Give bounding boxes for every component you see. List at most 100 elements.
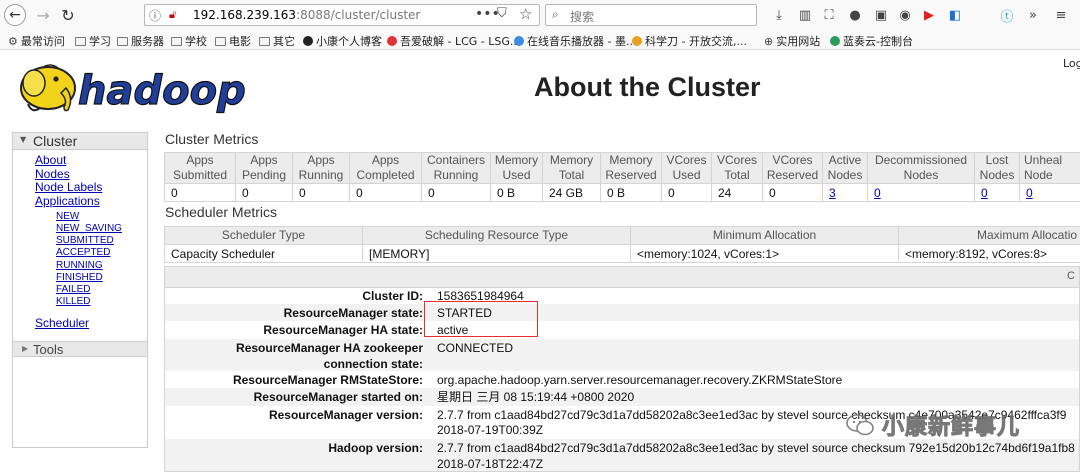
column-header[interactable]: Apps Pending	[235, 152, 293, 184]
bookmark-item[interactable]: ⊕ 实用网站	[764, 33, 820, 49]
cluster-metrics-table: Apps Submitted Apps Pending Apps Running Ap…	[164, 152, 1080, 202]
sidebar-app-state-submitted[interactable]: SUBMITTED	[56, 235, 114, 246]
bookmark-item[interactable]: ⚙ 最常访问	[8, 33, 65, 49]
youtube-icon[interactable]: ▶	[920, 6, 938, 24]
sidebar-app-state-failed[interactable]: FAILED	[56, 284, 90, 295]
info-label: ResourceManager version:	[268, 408, 423, 422]
bookmark-item[interactable]: 服务器	[117, 33, 164, 49]
info-label: ResourceManager RMStateStore:	[232, 373, 423, 387]
column-header[interactable]: Scheduling Resource Type	[362, 226, 631, 245]
bookmark-item[interactable]: 在线音乐播放器 - 墨...	[514, 33, 636, 49]
column-header[interactable]: VCores Total	[711, 152, 763, 184]
library-icon[interactable]: ▥	[796, 6, 814, 24]
sidebar-app-state-new-saving[interactable]: NEW_SAVING	[56, 223, 122, 234]
bookmark-item[interactable]: 其它	[259, 33, 295, 49]
reload-icon[interactable]: ↻	[57, 4, 79, 26]
site-icon	[387, 36, 397, 46]
screenshot-icon[interactable]: ⛶	[820, 6, 838, 24]
sidebar-link-scheduler[interactable]: Scheduler	[35, 316, 89, 330]
sidebar-link-about[interactable]: About	[35, 153, 66, 167]
column-header[interactable]: Apps Submitted	[164, 152, 236, 184]
header-line: Lost	[985, 153, 1009, 168]
sidebar-app-state-finished[interactable]: FINISHED	[56, 272, 103, 283]
metric-value: 0	[164, 183, 236, 202]
info-label: Cluster ID:	[362, 289, 423, 303]
column-header[interactable]: Containers Running	[421, 152, 491, 184]
account-icon[interactable]: ◉	[896, 6, 914, 24]
extension-icon[interactable]: ◧	[946, 6, 964, 24]
bookmark-item[interactable]: 学校	[171, 33, 207, 49]
column-header[interactable]: Apps Running	[292, 152, 350, 184]
column-header[interactable]: Memory Used	[490, 152, 543, 184]
metric-value: 0	[762, 183, 823, 202]
column-header[interactable]: Active Nodes	[822, 152, 868, 184]
translate-icon[interactable]: ⓣ	[998, 6, 1016, 25]
column-header[interactable]: VCores Used	[661, 152, 712, 184]
bookmark-label: 科学刀 - 开放交流,...	[645, 35, 747, 48]
bookmark-item[interactable]: 电影	[215, 33, 251, 49]
url-path: :8088/cluster/cluster	[296, 8, 421, 22]
sidebar-app-state-accepted[interactable]: ACCEPTED	[56, 247, 110, 258]
sidebar-link-nodes[interactable]: Nodes	[35, 167, 70, 181]
menu-icon[interactable]: ≡	[1052, 6, 1070, 24]
bookmark-label: 实用网站	[776, 35, 821, 48]
lost-nodes-link[interactable]: 0	[974, 183, 1020, 202]
sidebar-link-node-labels[interactable]: Node Labels	[35, 180, 102, 194]
column-header[interactable]: Maximum Allocatio	[898, 226, 1080, 245]
bookmark-item[interactable]: 学习	[75, 33, 111, 49]
cluster-overview-header-text: C	[1067, 270, 1075, 282]
info-row-rm-statestore: ResourceManager RMStateStore: org.apache…	[165, 371, 1079, 388]
column-header[interactable]: Unheal Node	[1019, 152, 1080, 184]
header-line: Active	[828, 153, 862, 168]
unhealthy-nodes-link[interactable]: 0	[1019, 183, 1080, 202]
tools-section-header[interactable]: ▶ Tools	[12, 341, 148, 357]
folder-icon	[259, 36, 270, 46]
sidebar-app-state-killed[interactable]: KILLED	[56, 296, 90, 307]
download-icon[interactable]: ⤓	[770, 6, 788, 24]
column-header[interactable]: Lost Nodes	[974, 152, 1020, 184]
sidebar-link-applications[interactable]: Applications	[35, 194, 100, 208]
chat-icon[interactable]: ●	[846, 6, 864, 24]
column-header[interactable]: Scheduler Type	[164, 226, 363, 245]
header-line: Decommissioned	[874, 153, 968, 168]
header-line: Total	[558, 168, 585, 182]
column-header[interactable]: Decommissioned Nodes	[867, 152, 975, 184]
bookmark-label: 电影	[229, 35, 251, 48]
cluster-section-header[interactable]: ▼ Cluster	[13, 133, 147, 150]
back-icon[interactable]: ←	[4, 4, 26, 26]
bookmark-item[interactable]: 蓝奏云-控制台	[830, 33, 913, 49]
column-header[interactable]: Memory Total	[542, 152, 601, 184]
sidebar: ▼ Cluster About Nodes Node Labels Applic…	[12, 132, 148, 448]
info-icon[interactable]: ⓘ	[149, 7, 161, 24]
column-header[interactable]: VCores Reserved	[762, 152, 823, 184]
url-text[interactable]: 192.168.239.163:8088/cluster/cluster	[193, 8, 420, 22]
column-header[interactable]: Memory Reserved	[600, 152, 662, 184]
hadoop-logo[interactable]: hadoop	[14, 58, 250, 118]
sidebar-app-state-new[interactable]: NEW	[56, 211, 79, 222]
column-header[interactable]: Minimum Allocation	[630, 226, 899, 245]
decommissioned-nodes-link[interactable]: 0	[867, 183, 975, 202]
bookmark-item[interactable]: 吾爱破解 - LCG - LSG...	[387, 33, 520, 49]
reader-icon[interactable]: ▣	[872, 6, 890, 24]
info-label: ResourceManager started on:	[253, 390, 423, 404]
search-bar[interactable]: ⌕ 搜索	[545, 4, 757, 26]
triangle-down-icon: ▼	[20, 135, 27, 144]
active-nodes-link[interactable]: 3	[822, 183, 868, 202]
pocket-icon[interactable]: ⛉	[497, 6, 507, 21]
overflow-icon[interactable]: »	[1024, 6, 1042, 24]
column-header[interactable]: Apps Completed	[349, 152, 422, 184]
url-bar[interactable]: ⓘ 🔓︎ 192.168.239.163:8088/cluster/cluste…	[144, 4, 540, 26]
forward-icon[interactable]: →	[32, 4, 54, 26]
insecure-lock-icon[interactable]: 🔓︎	[169, 8, 176, 22]
bookmark-item[interactable]: 科学刀 - 开放交流,...	[632, 33, 747, 49]
metric-value: 0 B	[600, 183, 662, 202]
header-line: Node	[1024, 168, 1053, 182]
cluster-overview-header[interactable]: C	[165, 267, 1079, 288]
sidebar-app-state-running[interactable]: RUNNING	[56, 260, 103, 271]
bookmark-item[interactable]: 小康个人博客	[303, 33, 382, 49]
bookmark-star-icon[interactable]: ☆	[519, 5, 532, 23]
metric-value: 24	[711, 183, 763, 202]
login-text[interactable]: Log	[1063, 57, 1080, 70]
bookmark-label: 其它	[273, 35, 295, 48]
bookmark-label: 小康个人博客	[316, 35, 382, 48]
